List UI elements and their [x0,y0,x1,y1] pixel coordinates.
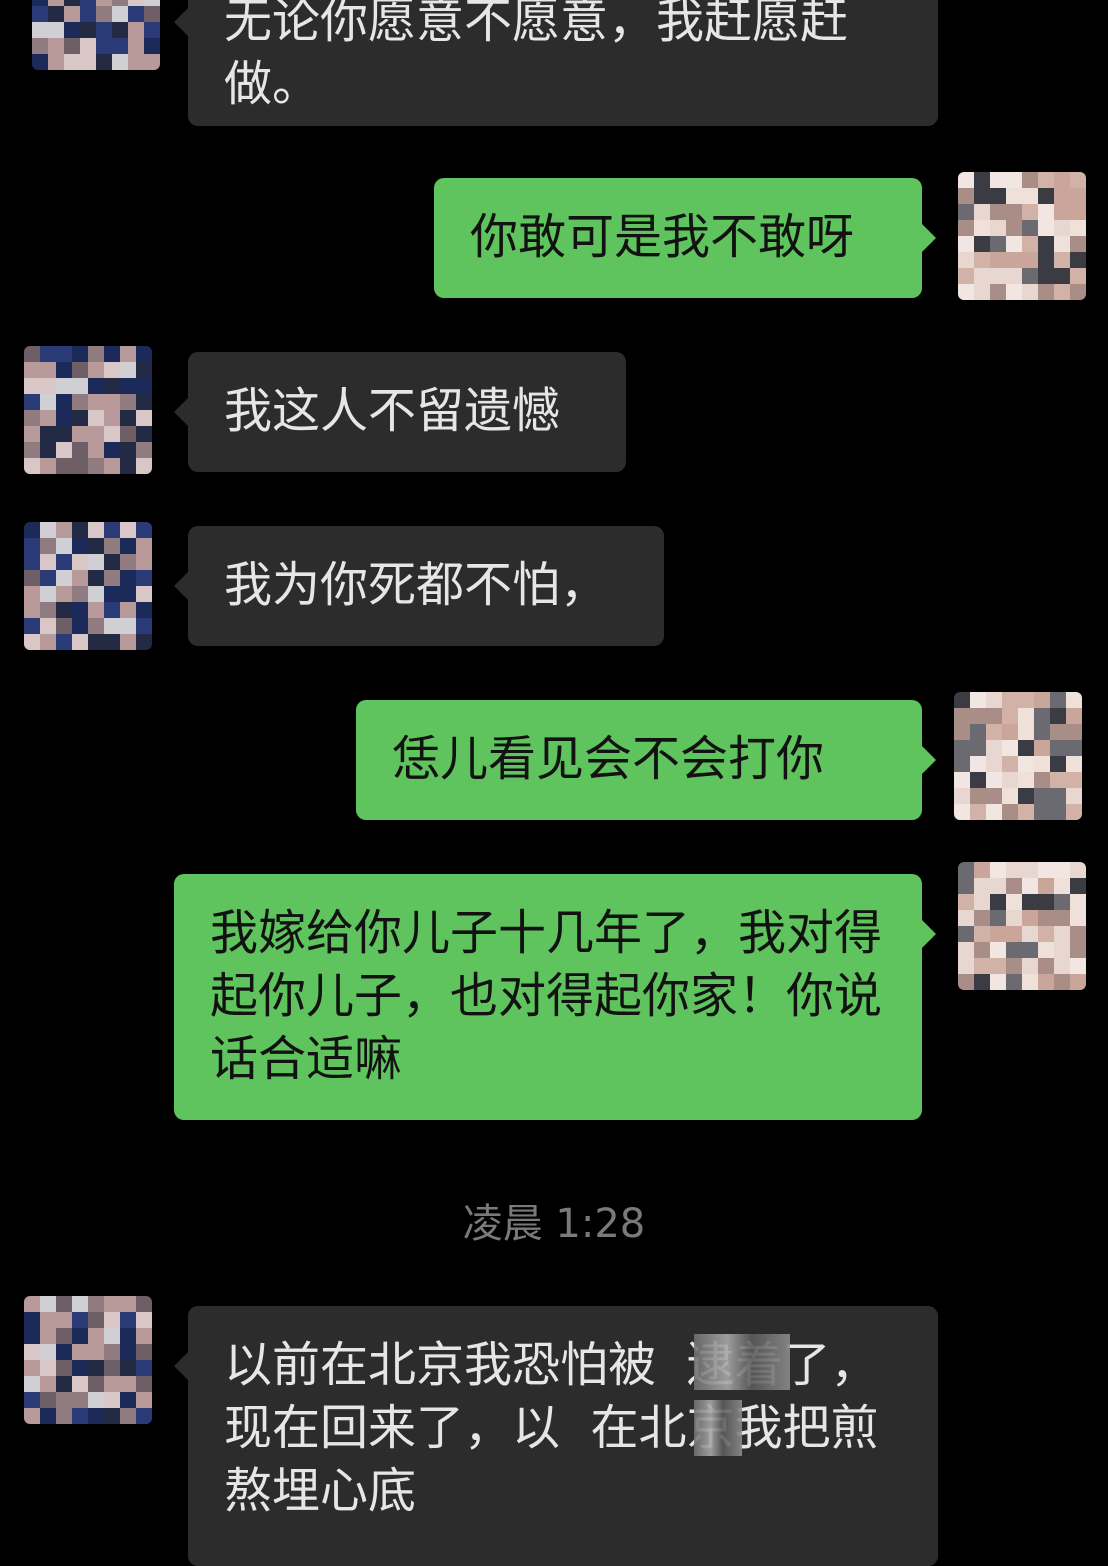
outgoing-message-bubble[interactable]: 我嫁给你儿子十几年了，我对得起你儿子，也对得起你家！你说话合适嘛 [174,874,936,1120]
incoming-message-bubble[interactable]: 无论你愿意不愿意，我赶愿赶做。 [174,0,938,126]
contact-avatar[interactable] [24,346,152,474]
redaction-blur [694,1334,790,1390]
incoming-message-bubble[interactable]: 我这人不留遗憾 [174,352,626,472]
pixelated-avatar-image [958,172,1086,300]
contact-avatar[interactable] [24,1296,152,1424]
user-avatar[interactable] [958,862,1086,990]
pixelated-avatar-image [954,692,1082,820]
incoming-message-bubble[interactable]: 以前在北京我恐怕被 逮着了，现在回来了，以 在北京我把煎熬埋心底 [174,1306,938,1566]
pixelated-avatar-image [958,862,1086,990]
chat-history[interactable]: 无论你愿意不愿意，我赶愿赶做。 你敢可是我不敢呀 我这人不留遗憾 我为你死都不怕… [0,0,1108,1566]
pixelated-avatar-image [32,0,160,70]
outgoing-message-bubble[interactable]: 你敢可是我不敢呀 [434,178,936,298]
outgoing-message-bubble[interactable]: 恁儿看见会不会打你 [356,700,936,820]
contact-avatar[interactable] [24,522,152,650]
pixelated-avatar-image [24,1296,152,1424]
redaction-blur [694,1400,742,1456]
incoming-message-bubble[interactable]: 我为你死都不怕， [174,526,664,646]
user-avatar[interactable] [954,692,1082,820]
contact-avatar[interactable] [32,0,160,70]
pixelated-avatar-image [24,346,152,474]
pixelated-avatar-image [24,522,152,650]
message-timestamp: 凌晨 1:28 [462,1201,646,1247]
user-avatar[interactable] [958,172,1086,300]
